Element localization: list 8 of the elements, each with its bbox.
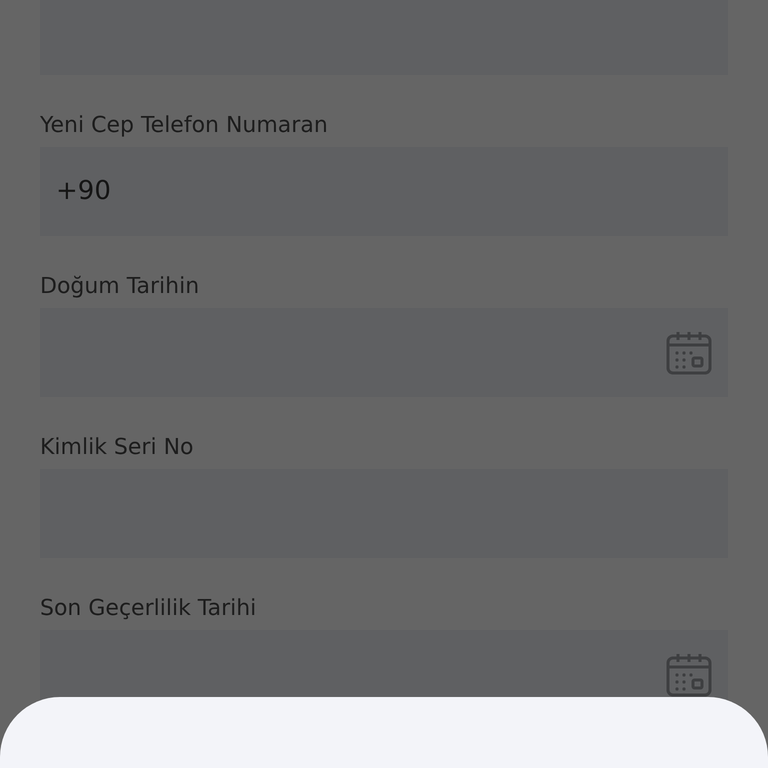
field-label: Yeni Cep Telefon Numaran	[40, 113, 329, 139]
field-label: Kimlik Seri No	[40, 435, 194, 461]
field-label: Son Geçerlilik Tarihi	[40, 596, 258, 622]
calendar-icon[interactable]	[666, 330, 712, 374]
field-label: Doğum Tarihin	[40, 274, 200, 300]
date-field[interactable]	[40, 308, 728, 397]
input-field[interactable]: +90	[40, 147, 728, 236]
calendar-icon[interactable]	[666, 652, 712, 696]
